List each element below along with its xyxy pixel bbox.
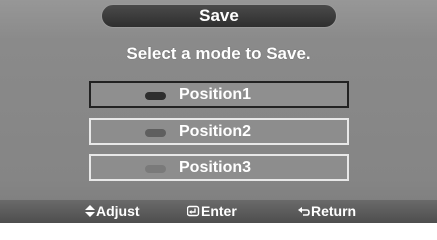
slot-indicator-icon — [145, 165, 166, 173]
footer-hint-bar: Adjust Enter Return — [0, 200, 437, 223]
hint-enter: Enter — [186, 203, 237, 219]
dialog-title: Save — [101, 4, 337, 28]
save-dialog: Save Select a mode to Save. Position1 Po… — [0, 0, 437, 223]
hint-enter-label: Enter — [201, 203, 237, 219]
option-label: Position2 — [179, 123, 252, 140]
dialog-prompt: Select a mode to Save. — [126, 44, 311, 63]
hint-return-label: Return — [311, 203, 357, 219]
hint-return: Return — [298, 203, 356, 219]
option-position1[interactable]: Position1 — [89, 81, 349, 108]
return-icon — [298, 207, 310, 216]
hint-adjust: Adjust — [85, 203, 140, 219]
slot-indicator-icon — [145, 129, 166, 137]
option-position3[interactable]: Position3 — [89, 154, 349, 181]
option-label: Position1 — [179, 86, 252, 103]
hint-adjust-label: Adjust — [96, 203, 140, 219]
option-label: Position3 — [179, 159, 252, 176]
slot-indicator-icon — [145, 92, 166, 100]
up-down-arrow-icon — [85, 205, 95, 217]
enter-icon — [186, 205, 200, 217]
option-position2[interactable]: Position2 — [89, 118, 349, 145]
